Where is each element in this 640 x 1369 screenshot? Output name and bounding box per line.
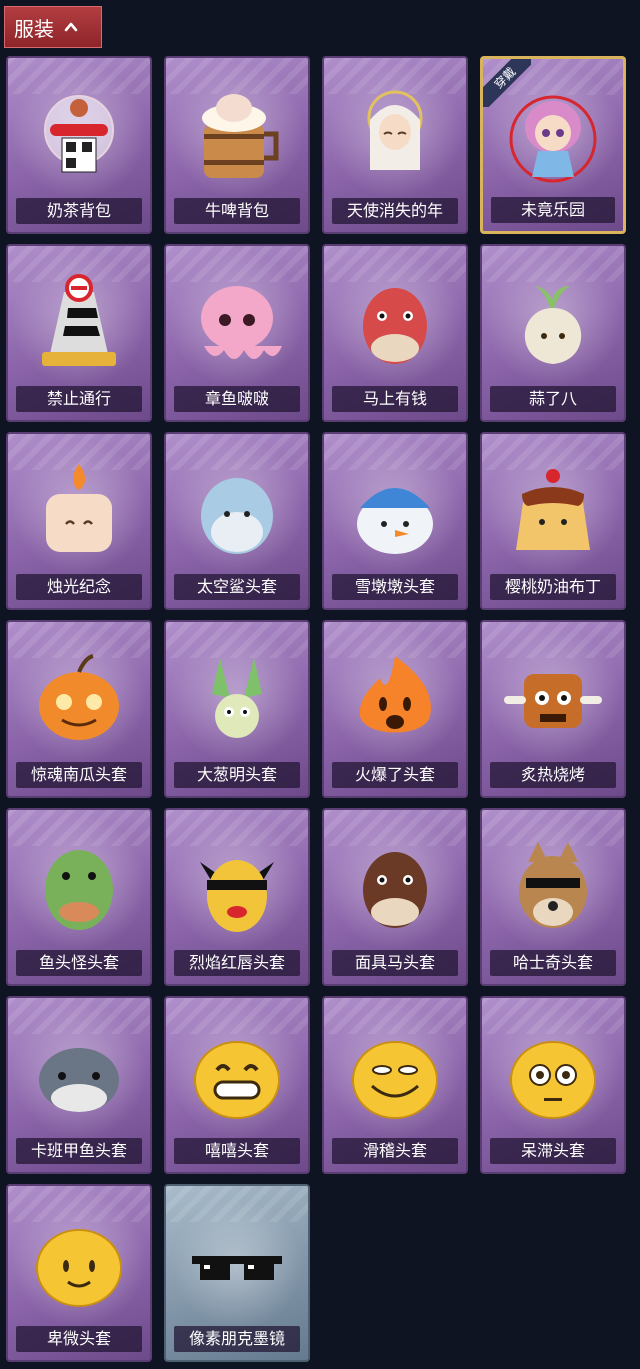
outfit-card-label: 面具马头套 [332,950,458,976]
outfit-card-label: 鱼头怪头套 [16,950,142,976]
outfit-card[interactable]: 卡班甲鱼头套 [6,996,152,1174]
outfit-card[interactable]: 炙热烧烤 [480,620,626,798]
outfit-card[interactable]: 穿戴未竟乐园 [480,56,626,234]
outfit-card-label: 滑稽头套 [332,1138,458,1164]
space-shark-icon [201,478,273,554]
outfit-card[interactable]: 火爆了头套 [322,620,468,798]
pink-octopus-icon [201,286,282,359]
yellow-pikachu-mask-icon [200,860,274,932]
outfit-card-label: 蒜了八 [490,386,616,412]
bbq-meat-icon [504,674,602,728]
fish-head-icon [45,850,113,930]
outfit-card[interactable]: 太空鲨头套 [164,432,310,610]
outfit-card[interactable]: 马上有钱 [322,244,468,422]
candle-head-icon [46,464,112,552]
outfit-card[interactable]: 嘻嘻头套 [164,996,310,1174]
garlic-head-icon [524,286,582,364]
outfit-card-label: 烈焰红唇头套 [174,950,300,976]
horse-mask-icon [363,852,427,928]
grin-emoji-icon [194,1041,280,1119]
outfit-card-label: 樱桃奶油布丁 [490,574,616,600]
husky-head-icon [519,842,587,928]
outfit-card[interactable]: 章鱼啵啵 [164,244,310,422]
angel-doll-icon [367,90,423,170]
outfit-card[interactable]: 面具马头套 [322,808,468,986]
pumpkin-icon [39,654,119,740]
outfit-card-label: 哈士奇头套 [490,950,616,976]
outfit-card-label: 炙热烧烤 [490,762,616,788]
outfit-card-label: 火爆了头套 [332,762,458,788]
fire-face-icon [359,656,431,733]
humble-emoji-icon [36,1229,122,1307]
outfit-card[interactable]: 像素朋克墨镜 [164,1184,310,1362]
outfit-card[interactable]: 滑稽头套 [322,996,468,1174]
dazed-emoji-icon [510,1041,596,1119]
outfit-card-label: 大葱明头套 [174,762,300,788]
outfit-card[interactable]: 奶茶背包 [6,56,152,234]
outfit-card-label: 烛光纪念 [16,574,142,600]
outfit-card-label: 卑微头套 [16,1326,142,1352]
red-horse-head-icon [363,288,427,364]
milk-tea-backpack-icon [44,95,114,173]
chevron-up-icon [64,22,78,32]
outfit-card-label: 未竟乐园 [491,197,615,223]
snowman-hat-icon [357,488,433,554]
outfit-card[interactable]: 牛啤背包 [164,56,310,234]
outfit-card[interactable]: 禁止通行 [6,244,152,422]
equipped-badge: 穿戴 [483,59,531,107]
outfit-card-label: 章鱼啵啵 [174,386,300,412]
outfit-section-toggle[interactable]: 服装 [4,6,102,48]
outfit-card[interactable]: 哈士奇头套 [480,808,626,986]
gray-fish-icon [39,1048,119,1112]
no-entry-cone-icon [42,274,116,366]
outfit-card-label: 太空鲨头套 [174,574,300,600]
pixel-sunglasses-icon [192,1256,282,1280]
outfit-card-label: 奶茶背包 [16,198,142,224]
outfit-card[interactable]: 樱桃奶油布丁 [480,432,626,610]
funny-emoji-icon [352,1041,438,1119]
outfit-card[interactable]: 天使消失的年 [322,56,468,234]
outfit-card[interactable]: 鱼头怪头套 [6,808,152,986]
outfit-page: 服装 奶茶背包 牛啤背包 天使消失的年 穿戴 未竟乐园 禁止通行 章鱼啵啵 马上有钱 蒜了八 烛光… [0,0,640,1369]
outfit-card-label: 雪墩墩头套 [332,574,458,600]
outfit-card[interactable]: 大葱明头套 [164,620,310,798]
outfit-card[interactable]: 蒜了八 [480,244,626,422]
outfit-card-label: 马上有钱 [332,386,458,412]
outfit-card-label: 禁止通行 [16,386,142,412]
pudding-icon [516,469,590,550]
section-title: 服装 [14,16,54,41]
outfit-card-label: 嘻嘻头套 [174,1138,300,1164]
outfit-card[interactable]: 卑微头套 [6,1184,152,1362]
outfit-card[interactable]: 雪墩墩头套 [322,432,468,610]
outfit-card-label: 卡班甲鱼头套 [16,1138,142,1164]
outfit-card[interactable]: 惊魂南瓜头套 [6,620,152,798]
outfit-card[interactable]: 呆滞头套 [480,996,626,1174]
outfit-card[interactable]: 烈焰红唇头套 [164,808,310,986]
beer-barrel-backpack-icon [202,94,279,178]
outfit-card-label: 呆滞头套 [490,1138,616,1164]
green-onion-icon [212,658,262,738]
equipped-badge-label: 穿戴 [483,59,531,107]
outfit-card-label: 惊魂南瓜头套 [16,762,142,788]
outfit-card[interactable]: 烛光纪念 [6,432,152,610]
outfit-card-label: 像素朋克墨镜 [174,1326,300,1352]
outfit-card-label: 牛啤背包 [174,198,300,224]
outfit-card-label: 天使消失的年 [332,198,458,224]
